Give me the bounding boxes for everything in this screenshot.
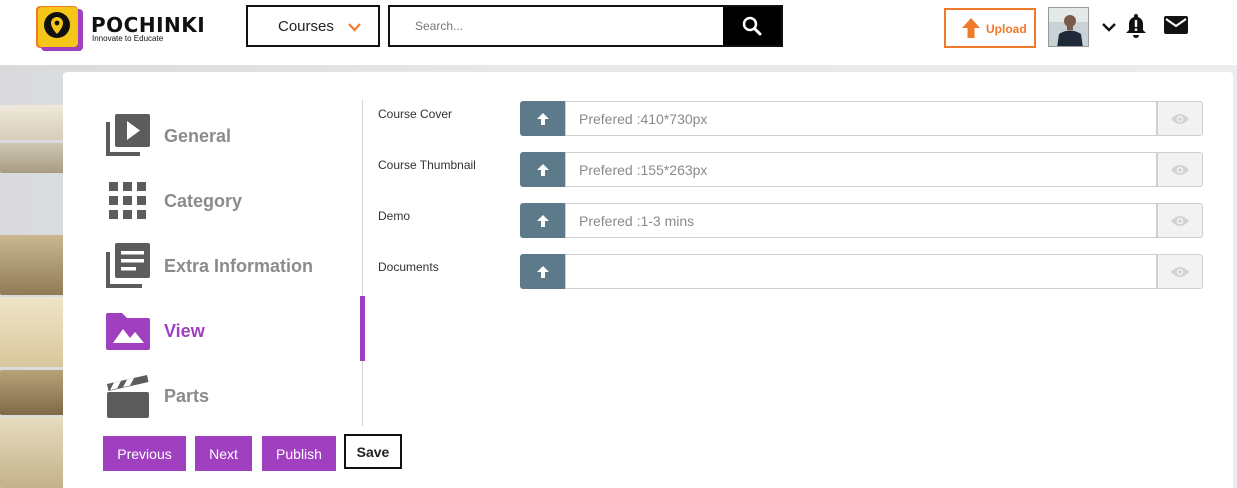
top-header: POCHINKI Innovate to Educate Courses Upl… [0,0,1237,65]
bell-alert-icon[interactable] [1124,12,1148,38]
field-course-cover: Course Cover [378,101,1204,137]
search-icon [742,16,762,36]
chevron-down-icon[interactable] [1101,20,1117,34]
demo-input[interactable] [565,203,1157,238]
courses-dropdown[interactable]: Courses [246,5,380,47]
grid-icon [109,182,146,219]
upload-file-button[interactable] [520,101,566,136]
brand-logo[interactable]: POCHINKI Innovate to Educate [33,3,213,51]
upload-file-button[interactable] [520,152,566,187]
step-category-label: Category [164,191,243,211]
publish-button[interactable]: Publish [262,436,336,471]
step-parts-label: Parts [164,386,210,406]
upload-button[interactable]: Upload [944,8,1036,48]
preview-button[interactable] [1157,203,1203,238]
step-extra-information-label: Extra Information [164,256,314,276]
step-category[interactable]: Category [104,177,344,227]
eye-icon [1171,215,1189,226]
previous-button[interactable]: Previous [103,436,186,471]
avatar-image [1049,8,1088,46]
field-label: Demo [378,209,411,223]
brand-tagline: Innovate to Educate [92,34,164,43]
arrow-up-icon [537,163,549,176]
step-general-label: General [164,126,232,146]
step-extra-information[interactable]: Extra Information [104,242,344,292]
eye-icon [1171,266,1189,277]
article-list-icon [106,243,150,288]
field-label: Course Thumbnail [378,158,476,172]
chevron-down-icon [348,23,361,32]
upload-button-label: Upload [986,22,1027,36]
preview-button[interactable] [1157,152,1203,187]
logo-mark-icon [36,6,83,51]
step-view[interactable]: View [104,307,344,357]
active-step-indicator [360,296,365,361]
steps-divider [362,100,363,426]
next-button[interactable]: Next [195,436,252,471]
eye-icon [1171,113,1189,124]
image-folder-icon [106,313,150,350]
step-general[interactable]: General [104,112,344,162]
arrow-up-icon [537,112,549,125]
field-label: Documents [378,260,439,274]
step-view-label: View [164,321,205,341]
eye-icon [1171,164,1189,175]
course-thumbnail-input[interactable] [565,152,1157,187]
upload-file-button[interactable] [520,203,566,238]
arrow-up-icon [537,265,549,278]
documents-input[interactable] [565,254,1157,289]
field-course-thumbnail: Course Thumbnail [378,152,1204,188]
arrow-up-icon [537,214,549,227]
courses-dropdown-label: Courses [278,18,334,35]
preview-button[interactable] [1157,254,1203,289]
field-label: Course Cover [378,107,453,121]
search-button[interactable] [723,7,781,45]
upload-file-button[interactable] [520,254,566,289]
preview-button[interactable] [1157,101,1203,136]
mail-icon[interactable] [1163,14,1189,36]
field-demo: Demo [378,203,1204,239]
course-editor-card: General Category Extra Information View [63,72,1233,488]
search-input[interactable] [390,7,724,45]
search-bar [388,5,783,47]
avatar[interactable] [1048,7,1089,47]
step-parts[interactable]: Parts [104,372,344,422]
video-library-icon [106,114,150,156]
arrow-up-icon [962,18,980,38]
clapperboard-icon [107,375,149,418]
save-button[interactable]: Save [344,434,402,469]
field-documents: Documents [378,254,1204,290]
course-cover-input[interactable] [565,101,1157,136]
